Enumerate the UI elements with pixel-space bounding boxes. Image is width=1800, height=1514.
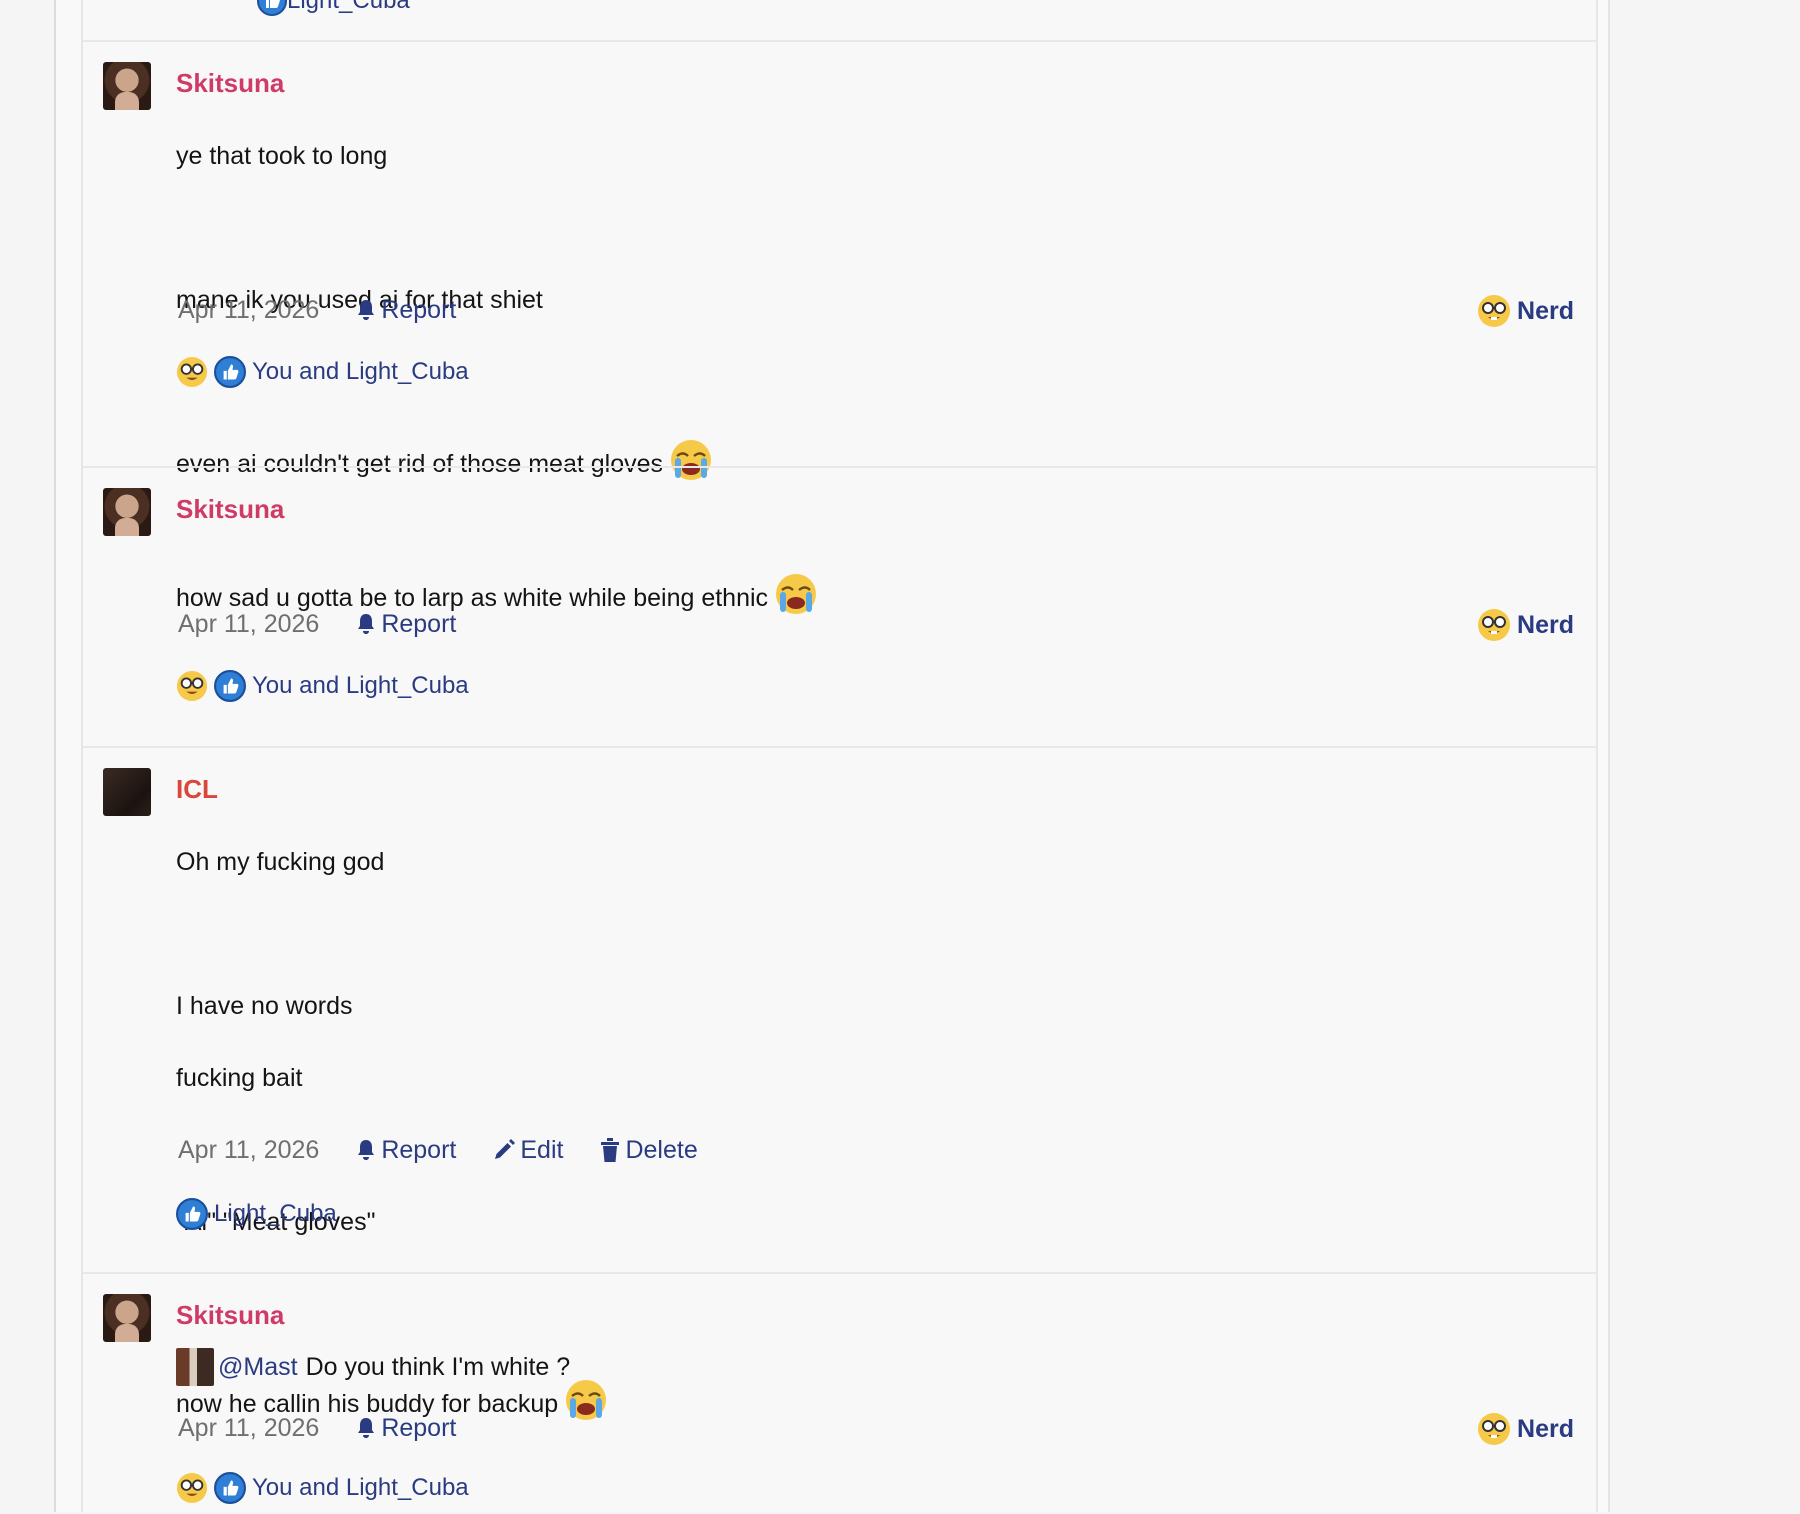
report-label: Report — [381, 295, 457, 324]
report-label: Report — [381, 1413, 457, 1442]
reaction-users: You and Light_Cuba — [252, 672, 469, 699]
comment-line: "Ai" "Meat gloves" — [176, 1208, 376, 1236]
nerd-label: Nerd — [1517, 296, 1574, 325]
delete-label: Delete — [625, 1135, 698, 1164]
comment-username[interactable]: ICL — [176, 774, 218, 805]
thumbs-up-icon — [214, 670, 246, 702]
comment-line: ye that took to long — [176, 142, 388, 170]
report-label: Report — [381, 609, 457, 638]
reaction-users: Light_Cuba — [214, 1200, 337, 1227]
nerd-face-emoji — [1478, 1413, 1511, 1445]
comment-item: Skitsuna now he callin his buddy for bac… — [83, 1272, 1596, 1514]
reaction-summary[interactable]: Light_Cuba — [176, 1196, 337, 1232]
comment-date: Apr 11, 2026 — [178, 1413, 320, 1442]
loudly-crying-face-emoji — [776, 574, 817, 614]
bell-icon — [358, 300, 375, 320]
comment-date: Apr 11, 2026 — [178, 295, 320, 324]
nerd-label: Nerd — [1517, 610, 1574, 639]
reaction-summary[interactable]: You and Light_Cuba — [176, 1470, 469, 1506]
report-button[interactable]: Report — [355, 1414, 456, 1443]
reaction-summary[interactable]: You and Light_Cuba — [176, 354, 469, 390]
avatar[interactable] — [103, 488, 151, 536]
bell-icon — [358, 614, 375, 634]
report-button[interactable]: Report — [355, 610, 456, 639]
reaction-users: Light_Cuba — [287, 0, 410, 14]
bell-icon — [358, 1418, 375, 1438]
nerd-face-emoji — [1478, 295, 1511, 327]
comment-meta: Apr 11, 2026 Report — [178, 1410, 492, 1446]
nerd-react-button[interactable]: Nerd — [1477, 608, 1574, 642]
pencil-icon — [495, 1139, 516, 1159]
nerd-face-emoji — [176, 1472, 208, 1504]
comment-item: ICL Oh my fucking god I have no words fu… — [83, 746, 1596, 1386]
comment-item: Skitsuna how sad u gotta be to larp as w… — [83, 466, 1596, 746]
comment-thread: Light_Cuba Skitsuna ye that took to long… — [81, 0, 1598, 1512]
trash-icon — [601, 1138, 620, 1162]
avatar[interactable] — [103, 768, 151, 816]
edit-label: Edit — [520, 1135, 564, 1164]
avatar[interactable] — [103, 1294, 151, 1342]
thumbs-up-icon — [214, 356, 246, 388]
avatar[interactable] — [103, 62, 151, 110]
comment-username[interactable]: Skitsuna — [176, 1300, 284, 1331]
comment-meta: Apr 11, 2026 Report Edit Delete — [178, 1132, 734, 1168]
nerd-label: Nerd — [1517, 1414, 1574, 1443]
thumbs-up-icon — [257, 0, 287, 16]
thumbs-up-icon — [176, 1198, 208, 1230]
thumbs-up-icon — [214, 1472, 246, 1504]
edit-button[interactable]: Edit — [492, 1136, 563, 1165]
comment-item: Skitsuna ye that took to long mane ik yo… — [83, 40, 1596, 480]
partial-reactions[interactable]: Light_Cuba — [257, 0, 410, 16]
comment-line: fucking bait — [176, 1064, 303, 1092]
comment-meta: Apr 11, 2026 Report — [178, 606, 492, 642]
comment-meta: Apr 11, 2026 Report — [178, 292, 492, 328]
comment-date: Apr 11, 2026 — [178, 1135, 320, 1164]
loudly-crying-face-emoji — [566, 1380, 607, 1420]
report-button[interactable]: Report — [355, 296, 456, 325]
report-label: Report — [381, 1135, 457, 1164]
bell-icon — [358, 1140, 375, 1160]
nerd-face-emoji — [176, 356, 208, 388]
comment-line: Oh my fucking god — [176, 848, 385, 876]
reaction-users: You and Light_Cuba — [252, 1474, 469, 1501]
report-button[interactable]: Report — [355, 1136, 456, 1165]
nerd-react-button[interactable]: Nerd — [1477, 1412, 1574, 1446]
nerd-face-emoji — [1478, 609, 1511, 641]
reaction-users: You and Light_Cuba — [252, 358, 469, 385]
delete-button[interactable]: Delete — [599, 1135, 698, 1165]
reaction-summary[interactable]: You and Light_Cuba — [176, 668, 469, 704]
nerd-react-button[interactable]: Nerd — [1477, 294, 1574, 328]
nerd-face-emoji — [176, 670, 208, 702]
comment-username[interactable]: Skitsuna — [176, 68, 284, 99]
comment-date: Apr 11, 2026 — [178, 609, 320, 638]
comment-username[interactable]: Skitsuna — [176, 494, 284, 525]
comment-line: I have no words — [176, 992, 353, 1020]
